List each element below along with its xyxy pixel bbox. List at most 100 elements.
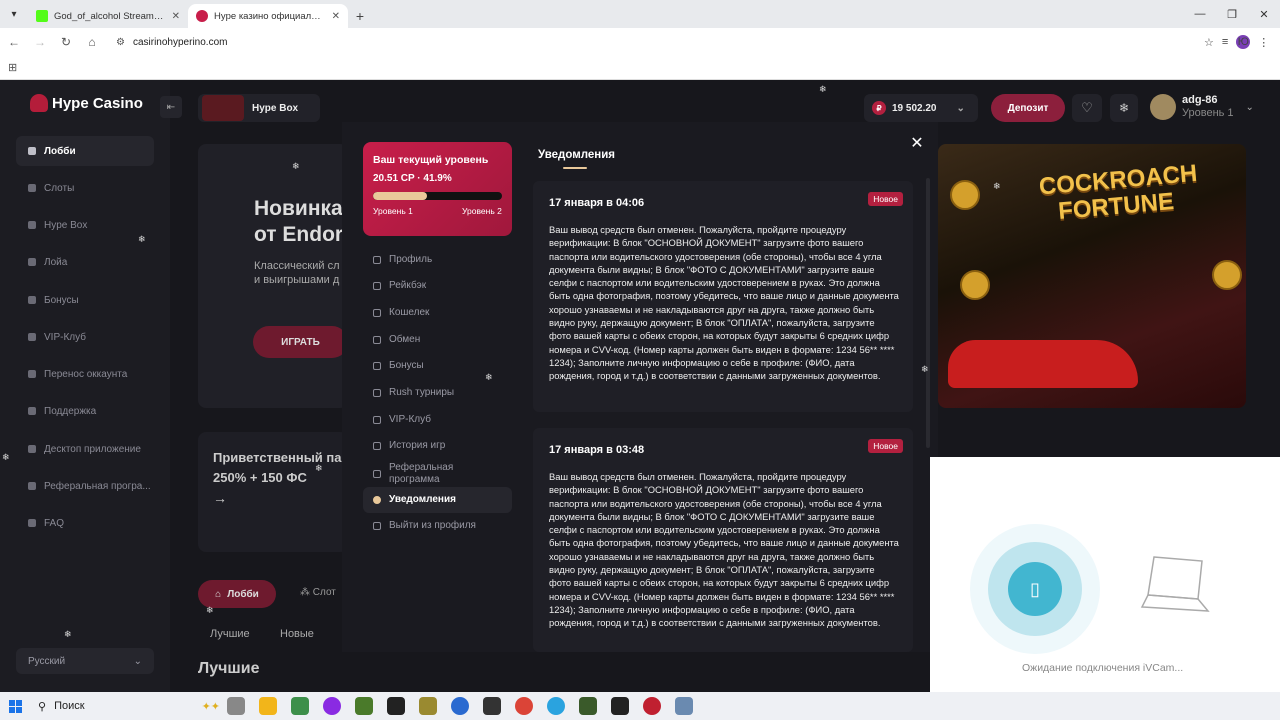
filter-best[interactable]: Лучшие [210, 628, 250, 640]
profile-menu-item[interactable]: Rush турниры [363, 380, 512, 406]
user-menu[interactable]: adg-86 Уровень 1 ⌄ [1150, 94, 1254, 120]
play-button[interactable]: ИГРАТЬ [253, 326, 348, 358]
hero-sub-line: и выигрышами д [254, 274, 340, 286]
menu-item-label: Rush турниры [389, 387, 455, 398]
app-icon[interactable] [323, 697, 341, 715]
chevron-down-icon: ⌄ [956, 102, 965, 114]
sidebar-item[interactable]: Лойа [16, 247, 154, 277]
file-explorer-icon[interactable] [259, 697, 277, 715]
profile-menu-item[interactable]: Выйти из профиля [363, 513, 512, 539]
sidebar-item[interactable]: Бонусы [16, 285, 154, 315]
sidebar-item[interactable]: Перенос оккаунта [16, 359, 154, 389]
app-icon[interactable] [355, 697, 373, 715]
snowflake-icon[interactable]: ❄ [1110, 94, 1138, 122]
app-icon[interactable] [451, 697, 469, 715]
profile-menu-item[interactable]: Кошелек [363, 300, 512, 326]
reload-icon[interactable]: ↻ [54, 30, 78, 54]
sidebar-item[interactable]: Лобби [16, 136, 154, 166]
bookmark-star-icon[interactable]: ☆ [1204, 36, 1214, 49]
sidebar-item[interactable]: Реферальная програ... [16, 471, 154, 501]
app-icon[interactable] [387, 697, 405, 715]
forward-icon[interactable]: → [28, 30, 52, 54]
app-icon[interactable] [579, 697, 597, 715]
language-select[interactable]: Русский ⌄ [16, 648, 154, 674]
profile-menu-item[interactable]: История игр [363, 433, 512, 459]
menu-item-label: Выйти из профиля [389, 520, 476, 531]
hero-sub-line: Классический сл [254, 260, 340, 272]
promo-line: Приветственный па [213, 450, 342, 465]
windows-start-icon[interactable] [0, 692, 30, 720]
favorites-heart-icon[interactable]: ♡ [1072, 94, 1102, 122]
collapse-sidebar-icon[interactable]: ⇤ [160, 96, 182, 118]
menu-item-icon [373, 442, 381, 450]
notification-text: Ваш вывод средств был отменен. Пожалуйст… [549, 471, 899, 629]
tab-search-icon[interactable]: ▾ [0, 0, 28, 28]
lobby-tab[interactable]: ⌂ Лобби [198, 580, 276, 608]
restore-icon[interactable]: ❐ [1216, 0, 1248, 28]
menu-item-icon [373, 522, 381, 530]
deposit-button[interactable]: Депозит [991, 94, 1065, 122]
apps-grid-icon[interactable]: ⊞ [8, 61, 17, 74]
app-icon[interactable] [643, 697, 661, 715]
close-tab-icon[interactable]: ✕ [332, 11, 340, 22]
browser-menu-icon[interactable]: ⋮ [1258, 36, 1269, 49]
sidebar-item-label: Слоты [44, 182, 75, 194]
profile-menu-item[interactable]: Уведомления [363, 487, 512, 513]
slots-tab[interactable]: ⁂ Слот [300, 587, 348, 598]
notification-date: 17 января в 04:06 [549, 197, 645, 209]
level-to: Уровень 2 [462, 206, 502, 216]
profile-menu-item[interactable]: Профиль [363, 247, 512, 273]
hero-title-line: от Endorp [254, 223, 354, 246]
task-view-icon[interactable] [227, 697, 245, 715]
app-icon[interactable] [419, 697, 437, 715]
lobby-tab-label: Лобби [227, 588, 259, 600]
close-window-icon[interactable]: ✕ [1248, 0, 1280, 28]
arrow-right-icon[interactable]: → [213, 490, 227, 506]
level-card-title: Ваш текущий уровень [373, 154, 489, 166]
sidebar-item[interactable]: Поддержка [16, 396, 154, 426]
browser-tab-2[interactable]: Hype казино официальный сай ✕ [188, 4, 348, 28]
sidebar-item[interactable]: Hype Box [16, 210, 154, 240]
close-modal-icon[interactable]: ✕ [908, 134, 926, 152]
profile-menu-item[interactable]: Рейкбэк [363, 273, 512, 299]
scrollbar[interactable] [926, 178, 930, 448]
profile-avatar-icon[interactable]: Ю [1236, 35, 1251, 49]
sidebar-item[interactable]: FAQ [16, 508, 154, 538]
taskbar-search[interactable]: ⚲ Поиск ✦✦ [30, 695, 220, 717]
snowflake-icon: ❄ [485, 372, 493, 382]
close-tab-icon[interactable]: ✕ [172, 11, 180, 22]
tab-title: God_of_alcohol Stream - Watch [54, 10, 166, 22]
new-tab-button[interactable]: + [348, 4, 372, 28]
media-icon[interactable]: ≡ [1222, 36, 1228, 48]
home-icon: ⌂ [215, 588, 222, 600]
app-icon[interactable] [611, 697, 629, 715]
sidebar-item[interactable]: Слоты [16, 173, 154, 203]
minimize-icon[interactable]: — [1184, 0, 1216, 28]
profile-menu-item[interactable]: VIP-Клуб [363, 407, 512, 433]
profile-menu-item[interactable]: Обмен [363, 327, 512, 353]
coin-image [950, 180, 980, 210]
hype-box-button[interactable]: Hype Box [198, 94, 320, 122]
app-icon[interactable] [675, 697, 693, 715]
profile-menu-item[interactable]: Реферальная программа [363, 460, 512, 488]
sidebar-item-label: Hype Box [44, 219, 88, 231]
telegram-icon[interactable] [547, 697, 565, 715]
chrome-icon[interactable] [515, 697, 533, 715]
sidebar-item-icon [28, 147, 36, 155]
sidebar-item-label: FAQ [44, 517, 65, 529]
site-logo[interactable]: Hype Casino [30, 94, 143, 112]
site-info-icon[interactable]: ⚙ [116, 37, 125, 48]
app-icon[interactable] [291, 697, 309, 715]
sidebar-item[interactable]: Десктоп приложение [16, 434, 154, 464]
avatar [1150, 94, 1176, 120]
home-icon[interactable]: ⌂ [80, 30, 104, 54]
url-field[interactable]: ⚙ casirinohyperino.com [110, 31, 1200, 53]
section-heading: Лучшие [198, 660, 260, 677]
browser-tab-1[interactable]: God_of_alcohol Stream - Watch ✕ [28, 4, 188, 28]
app-icon[interactable] [483, 697, 501, 715]
filter-new[interactable]: Новые [280, 628, 314, 640]
back-icon[interactable]: ← [2, 30, 26, 54]
sidebar-item-label: Поддержка [44, 405, 97, 417]
sidebar-item[interactable]: VIP-Клуб [16, 322, 154, 352]
balance-selector[interactable]: ₽ 19 502.20 ⌄ [864, 94, 978, 122]
